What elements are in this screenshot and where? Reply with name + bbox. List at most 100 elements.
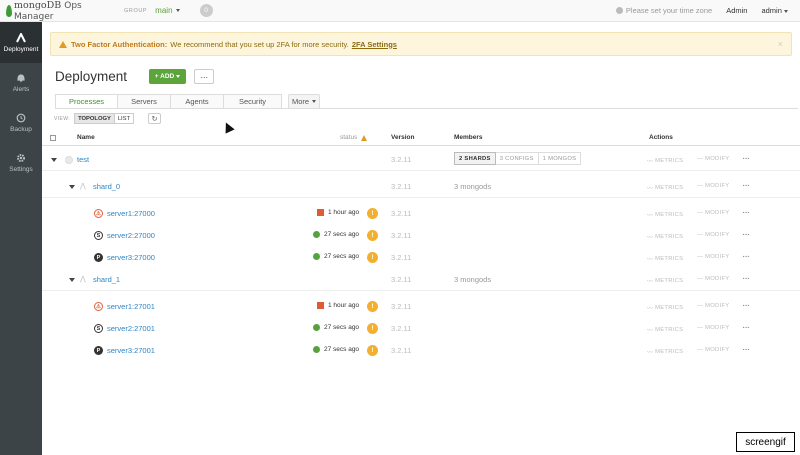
view-topology-button[interactable]: TOPOLOGY bbox=[74, 113, 115, 124]
gear-icon bbox=[16, 153, 26, 163]
mongos-button[interactable]: 1 MONGOS bbox=[538, 152, 582, 165]
metrics-button[interactable]: 〰 METRICS bbox=[647, 254, 683, 264]
refresh-icon[interactable]: ↻ bbox=[148, 113, 162, 124]
more-actions-button[interactable]: ··· bbox=[742, 251, 750, 262]
warning-badge[interactable]: ! bbox=[367, 230, 378, 241]
down-member-icon: ⚠ bbox=[94, 302, 103, 311]
tab-servers[interactable]: Servers bbox=[118, 94, 171, 109]
alert-count-badge[interactable]: 0 bbox=[199, 4, 213, 17]
metrics-button[interactable]: 〰 METRICS bbox=[647, 156, 683, 166]
more-options-button[interactable]: ··· bbox=[194, 69, 214, 84]
warning-badge[interactable]: ! bbox=[367, 345, 378, 356]
pencil-icon: — bbox=[697, 156, 704, 162]
modify-button[interactable]: — MODIFY bbox=[697, 210, 729, 216]
server-name[interactable]: Pserver3:27001 bbox=[94, 346, 155, 355]
shard-row[interactable]: ⋀ shard_1 3.2.11 3 mongods 〰 METRICS — MODIFY ··… bbox=[42, 269, 800, 291]
timezone-notice[interactable]: Please set your time zone bbox=[615, 6, 712, 15]
collapse-icon[interactable] bbox=[51, 158, 57, 162]
server-row[interactable]: Pserver3:27000 27 secs ago! 3.2.11 〰 METRICS… bbox=[42, 247, 800, 269]
shard-row[interactable]: ⋀ shard_0 3.2.11 3 mongods 〰 METRICS — MODIFY ··… bbox=[42, 176, 800, 198]
more-actions-button[interactable]: ··· bbox=[742, 273, 750, 284]
server-name[interactable]: Sserver2:27000 bbox=[94, 231, 155, 240]
metrics-button[interactable]: 〰 METRICS bbox=[647, 276, 683, 286]
cluster-row[interactable]: test 3.2.11 2 SHARDS 3 CONFIGS 1 MONGOS … bbox=[42, 149, 800, 171]
configs-button[interactable]: 3 CONFIGS bbox=[495, 152, 539, 165]
more-actions-button[interactable]: ··· bbox=[742, 300, 750, 311]
last-ping-status: 27 secs ago bbox=[313, 324, 359, 331]
modify-button[interactable]: — MODIFY bbox=[697, 156, 729, 162]
modify-button[interactable]: — MODIFY bbox=[697, 276, 729, 282]
warning-badge[interactable]: ! bbox=[367, 323, 378, 334]
collapse-icon[interactable] bbox=[69, 185, 75, 189]
group-selector[interactable]: main bbox=[155, 6, 180, 15]
more-actions-button[interactable]: ··· bbox=[742, 229, 750, 240]
more-actions-button[interactable]: ··· bbox=[742, 344, 750, 355]
modify-button[interactable]: — MODIFY bbox=[697, 347, 729, 353]
more-actions-button[interactable]: ··· bbox=[742, 207, 750, 218]
logo[interactable]: mongoDB Ops Manager bbox=[0, 0, 124, 22]
shard-name[interactable]: ⋀ shard_0 bbox=[80, 182, 120, 191]
warning-badge[interactable]: ! bbox=[367, 208, 378, 219]
metrics-button[interactable]: 〰 METRICS bbox=[647, 325, 683, 335]
add-button[interactable]: + ADD bbox=[149, 69, 186, 84]
server-name[interactable]: ⚠ server1:27001 bbox=[94, 302, 155, 311]
metrics-button[interactable]: 〰 METRICS bbox=[647, 183, 683, 193]
modify-button[interactable]: — MODIFY bbox=[697, 303, 729, 309]
header-status[interactable]: status bbox=[340, 134, 368, 141]
info-icon bbox=[615, 7, 623, 14]
metrics-button[interactable]: 〰 METRICS bbox=[647, 232, 683, 242]
server-row[interactable]: Sserver2:27001 27 secs ago! 3.2.11 〰 METRICS… bbox=[42, 318, 800, 340]
modify-button[interactable]: — MODIFY bbox=[697, 232, 729, 238]
warning-badge[interactable]: ! bbox=[367, 252, 378, 263]
modify-button[interactable]: — MODIFY bbox=[697, 183, 729, 189]
shard-name[interactable]: ⋀ shard_1 bbox=[80, 275, 120, 284]
server-name[interactable]: Pserver3:27000 bbox=[94, 253, 155, 262]
server-name[interactable]: ⚠ server1:27000 bbox=[94, 209, 155, 218]
server-row[interactable]: Sserver2:27000 27 secs ago! 3.2.11 〰 METRICS… bbox=[42, 225, 800, 247]
view-list-button[interactable]: LIST bbox=[114, 113, 135, 124]
tab-agents[interactable]: Agents bbox=[171, 94, 224, 109]
sidebar-item-settings[interactable]: Settings bbox=[0, 143, 42, 183]
metrics-button[interactable]: 〰 METRICS bbox=[647, 303, 683, 313]
secondary-member-icon: S bbox=[94, 231, 103, 240]
chevron-down-icon bbox=[176, 75, 181, 78]
sidebar-item-label: Backup bbox=[10, 126, 32, 133]
warning-badge[interactable]: ! bbox=[367, 301, 378, 312]
primary-member-icon: P bbox=[94, 346, 103, 355]
pencil-icon: — bbox=[697, 210, 704, 216]
sidebar-item-label: Settings bbox=[9, 166, 33, 173]
chart-icon: 〰 bbox=[647, 306, 654, 312]
tab-security[interactable]: Security bbox=[224, 94, 282, 109]
sidebar-item-backup[interactable]: Backup bbox=[0, 103, 42, 143]
user-menu[interactable]: admin bbox=[761, 6, 788, 15]
collapse-icon[interactable] bbox=[69, 278, 75, 282]
modify-button[interactable]: — MODIFY bbox=[697, 254, 729, 260]
more-actions-button[interactable]: ··· bbox=[742, 180, 750, 191]
sidebar-item-alerts[interactable]: Alerts bbox=[0, 63, 42, 103]
metrics-button[interactable]: 〰 METRICS bbox=[647, 210, 683, 220]
tab-more[interactable]: More bbox=[288, 94, 320, 109]
admin-link[interactable]: Admin bbox=[726, 6, 747, 15]
shards-button[interactable]: 2 SHARDS bbox=[454, 152, 496, 165]
server-name[interactable]: Sserver2:27001 bbox=[94, 324, 155, 333]
modify-button[interactable]: — MODIFY bbox=[697, 325, 729, 331]
cluster-name[interactable]: test bbox=[65, 155, 89, 164]
sidebar-item-deployment[interactable]: Deployment bbox=[0, 22, 42, 63]
tab-processes[interactable]: Processes bbox=[55, 94, 118, 109]
version: 3.2.11 bbox=[391, 302, 412, 311]
sidebar-item-label: Deployment bbox=[3, 45, 39, 53]
view-toggle: VIEW: TOPOLOGY LIST ↻ bbox=[54, 113, 162, 124]
more-actions-button[interactable]: ··· bbox=[742, 322, 750, 333]
select-all-checkbox[interactable] bbox=[50, 135, 56, 141]
logo-text: mongoDB Ops Manager bbox=[14, 0, 82, 22]
secondary-member-icon: S bbox=[94, 324, 103, 333]
server-row[interactable]: ⚠ server1:27000 1 hour ago! 3.2.11 〰 METRICS —… bbox=[42, 203, 800, 225]
more-actions-button[interactable]: ··· bbox=[742, 153, 750, 164]
page-title: Deployment bbox=[55, 69, 128, 84]
server-row[interactable]: Pserver3:27001 27 secs ago! 3.2.11 〰 METRICS… bbox=[42, 340, 800, 362]
metrics-button[interactable]: 〰 METRICS bbox=[647, 347, 683, 357]
close-icon[interactable]: × bbox=[778, 39, 783, 49]
warning-icon bbox=[361, 134, 368, 141]
server-row[interactable]: ⚠ server1:27001 1 hour ago! 3.2.11 〰 METRICS —… bbox=[42, 296, 800, 318]
2fa-settings-link[interactable]: 2FA Settings bbox=[352, 40, 397, 49]
